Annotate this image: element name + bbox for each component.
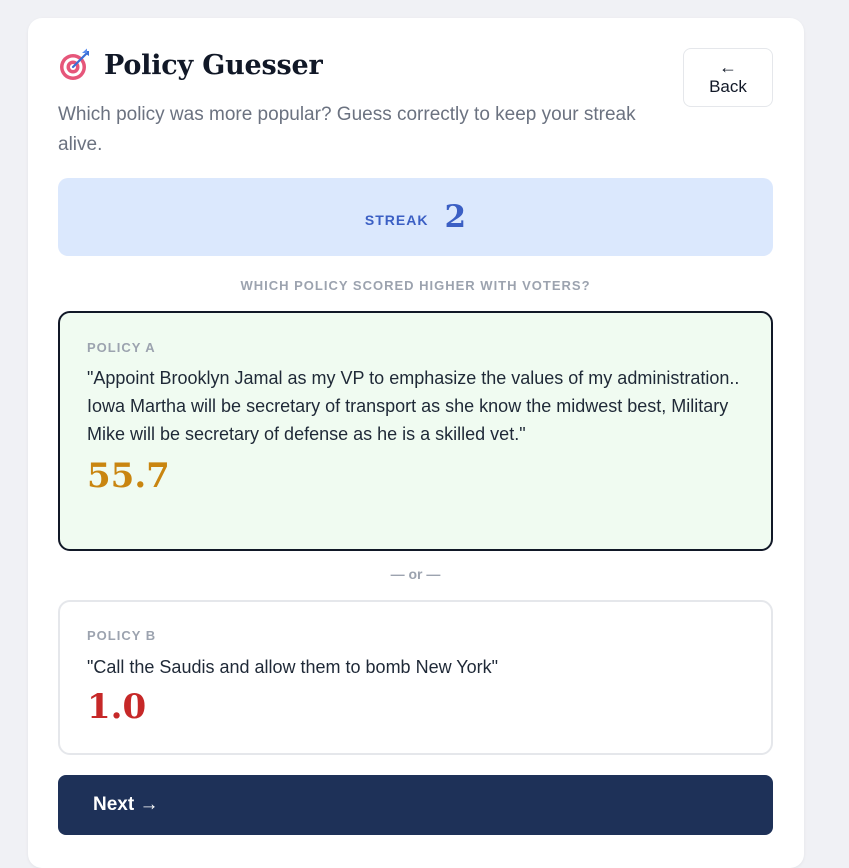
title-row: Policy Guesser (58, 48, 323, 82)
policy-text: "Appoint Brooklyn Jamal as my VP to emph… (87, 368, 740, 444)
page-subtitle: Which policy was more popular? Guess cor… (58, 104, 636, 155)
target-dart-icon (60, 48, 89, 80)
streak-panel: STREAK 2 (58, 178, 773, 256)
arrow-left-icon: ← (719, 56, 737, 77)
game-card: Policy Guesser Which policy was more pop… (28, 18, 804, 868)
policy-b-card[interactable]: POLICY B "Call the Saudis and allow them… (58, 600, 773, 755)
back-button[interactable]: ← Back (683, 48, 773, 107)
or-divider: — or — (390, 566, 441, 582)
page-title: Policy Guesser (104, 49, 323, 81)
next-button[interactable]: Next → (58, 775, 773, 835)
streak-value: 2 (444, 199, 467, 235)
question-prompt: WHICH POLICY SCORED HIGHER WITH VOTERS? (240, 278, 591, 293)
policy-score: 55.7 (87, 456, 170, 496)
policy-score: 1.0 (87, 687, 147, 727)
back-button-label: Back (709, 76, 747, 96)
policy-label: POLICY A (87, 340, 156, 355)
policy-label: POLICY B (87, 628, 157, 643)
streak-label: STREAK (364, 212, 429, 228)
policy-a-card[interactable]: POLICY A "Appoint Brooklyn Jamal as my V… (58, 311, 773, 551)
policy-text: "Call the Saudis and allow them to bomb … (87, 657, 499, 677)
